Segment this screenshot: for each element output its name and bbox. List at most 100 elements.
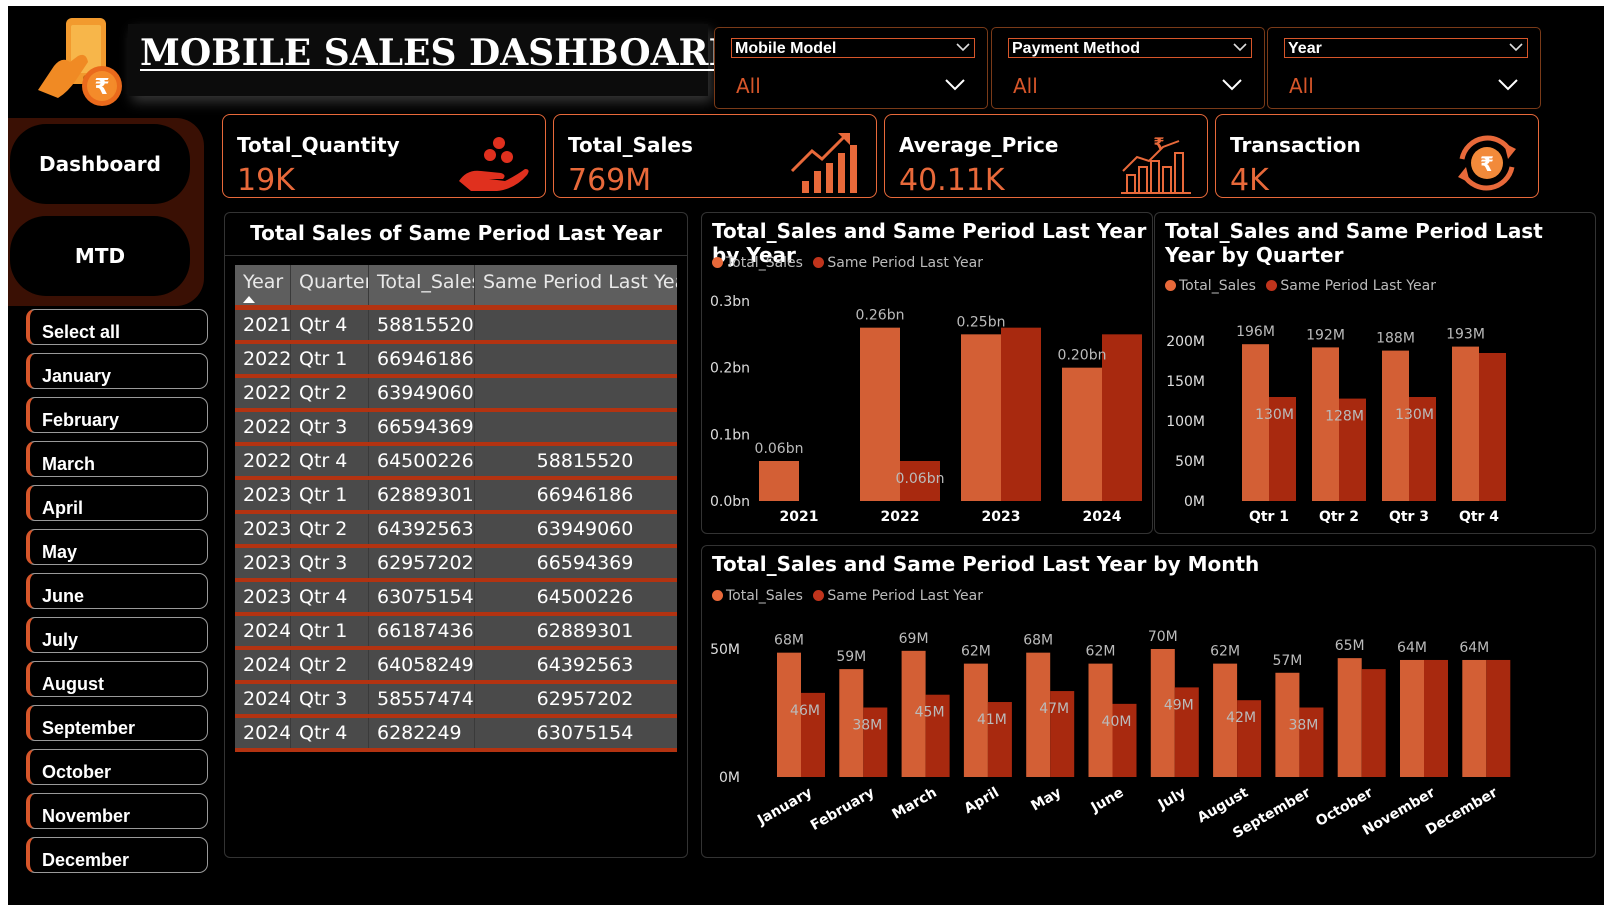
payment-method-filter[interactable]: Payment Method All: [991, 27, 1265, 109]
month-option-may[interactable]: May: [26, 529, 208, 565]
data-label: 130M: [1255, 407, 1294, 423]
table-cell: [475, 310, 677, 340]
table-cell: Qtr 2: [291, 650, 369, 680]
month-option-august[interactable]: August: [26, 661, 208, 697]
y-tick-label: 0.0bn: [710, 494, 750, 510]
y-tick-label: 0M: [719, 770, 740, 786]
table-row: 2023 Qtr 4 63075154 64500226: [235, 582, 677, 616]
x-tick-label: February: [808, 785, 877, 834]
table-row: 2024 Qtr 4 6282249 63075154: [235, 718, 677, 752]
data-label: 62M: [1210, 644, 1240, 660]
month-option-label: Select all: [42, 322, 121, 342]
data-label: 188M: [1376, 331, 1415, 347]
data-label: 128M: [1325, 409, 1364, 425]
chevron-down-icon: [956, 43, 970, 52]
month-option-january[interactable]: January: [26, 353, 208, 389]
y-tick-label: 50M: [1175, 454, 1205, 470]
table-cell: Qtr 4: [291, 718, 369, 748]
by-year-bar-chart: 0.0bn 0.1bn 0.2bn 0.3bn 0.06bn 2021 0.26bn 0.06…: [710, 294, 1142, 525]
table-row: 2022 Qtr 2 63949060: [235, 378, 677, 412]
table-header-row: Year Quarter Total_Sales Same Period Las…: [235, 265, 677, 310]
kpi-card-total-sales: Total_Sales 769M: [553, 114, 877, 198]
bar-total-sales: [1337, 658, 1362, 777]
table-cell: Qtr 3: [291, 684, 369, 714]
dashboard-nav-button[interactable]: Dashboard: [10, 124, 190, 204]
mtd-nav-button[interactable]: MTD: [10, 216, 190, 296]
x-tick-label: January: [754, 785, 815, 829]
month-option-label: March: [42, 454, 96, 474]
table-row: 2021 Qtr 4 58815520: [235, 310, 677, 344]
month-option-april[interactable]: April: [26, 485, 208, 521]
table-cell: 2023: [235, 480, 291, 510]
month-option-march[interactable]: March: [26, 441, 208, 477]
table-cell: 62889301: [536, 620, 634, 642]
bar-total-sales: [1452, 346, 1479, 501]
table-cell: 58815520: [369, 310, 475, 340]
data-label: 62M: [961, 644, 991, 660]
kpi-value: 769M: [568, 163, 652, 198]
month-option-label: June: [42, 586, 85, 606]
chevron-down-icon: [1222, 79, 1242, 91]
kpi-card-total-quantity: Total_Quantity 19K: [222, 114, 546, 198]
month-option-september[interactable]: September: [26, 705, 208, 741]
rupee-bar-chart-icon: ₹: [1121, 134, 1191, 194]
col-header-total-sales[interactable]: Total_Sales: [369, 265, 475, 305]
filter-selected[interactable]: All: [731, 68, 975, 104]
month-option-december[interactable]: December: [26, 837, 208, 873]
data-label: 59M: [836, 649, 866, 665]
data-label: 68M: [774, 633, 804, 649]
kpi-label: Average_Price: [899, 133, 1059, 157]
month-option-february[interactable]: February: [26, 397, 208, 433]
bar-total-sales: [1400, 659, 1424, 777]
filter-value: All: [1289, 74, 1314, 98]
mobile-model-filter[interactable]: Mobile Model All: [714, 27, 988, 109]
table-cell: 58557474: [369, 684, 475, 714]
table-cell: Qtr 3: [291, 548, 369, 578]
table-cell: Qtr 3: [291, 412, 369, 442]
kpi-label: Transaction: [1230, 133, 1361, 157]
x-tick-label: Qtr 2: [1319, 509, 1359, 525]
hand-coins-icon: [459, 137, 529, 191]
filter-header[interactable]: Payment Method: [1008, 38, 1252, 58]
data-label: 64M: [1459, 640, 1489, 656]
data-label: 57M: [1272, 653, 1302, 669]
data-label: 40M: [1102, 714, 1132, 730]
data-label: 68M: [1023, 633, 1053, 649]
chart-panel-by-year: Total_Sales and Same Period Last Year by…: [701, 212, 1153, 534]
month-option-november[interactable]: November: [26, 793, 208, 829]
bar-same-period: [1424, 659, 1448, 777]
x-tick-label: March: [890, 785, 940, 823]
col-header-quarter[interactable]: Quarter: [291, 265, 369, 305]
filter-header[interactable]: Mobile Model: [731, 38, 975, 58]
table-row: 2022 Qtr 3 66594369: [235, 412, 677, 446]
month-option-october[interactable]: October: [26, 749, 208, 785]
filter-header[interactable]: Year: [1284, 38, 1528, 58]
data-label: 0.06bn: [755, 441, 804, 457]
data-label: 196M: [1236, 324, 1275, 340]
table-title: Total Sales of Same Period Last Year: [250, 221, 662, 245]
by-month-bar-chart: 0M 50M 68M 46M January 59M 38M February 69M 45M Ma…: [710, 629, 1511, 842]
data-label: 38M: [852, 718, 882, 734]
kpi-card-transaction: Transaction 4K ₹: [1215, 114, 1539, 198]
col-header-same-period[interactable]: Same Period Last Year: [475, 265, 677, 305]
month-option-label: February: [42, 410, 120, 430]
data-label: 45M: [915, 705, 945, 721]
filter-selected[interactable]: All: [1008, 68, 1252, 104]
table-row: 2024 Qtr 2 64058249 64392563: [235, 650, 677, 684]
month-option-july[interactable]: July: [26, 617, 208, 653]
month-option-label: July: [42, 630, 79, 650]
x-tick-label: Qtr 4: [1459, 509, 1499, 525]
filter-selected[interactable]: All: [1284, 68, 1528, 104]
data-label: 0.25bn: [957, 314, 1006, 330]
y-tick-label: 50M: [710, 642, 740, 658]
x-tick-label: 2024: [1083, 509, 1122, 525]
x-tick-label: Qtr 1: [1249, 509, 1289, 525]
kpi-label: Total_Quantity: [237, 133, 400, 157]
month-option-select-all[interactable]: Select all: [26, 309, 208, 345]
year-filter[interactable]: Year All: [1267, 27, 1541, 109]
table-cell: 2022: [235, 446, 291, 476]
month-option-label: April: [42, 498, 84, 518]
month-option-june[interactable]: June: [26, 573, 208, 609]
chevron-down-icon: [945, 79, 965, 91]
sales-table[interactable]: Year Quarter Total_Sales Same Period Las…: [235, 265, 677, 752]
